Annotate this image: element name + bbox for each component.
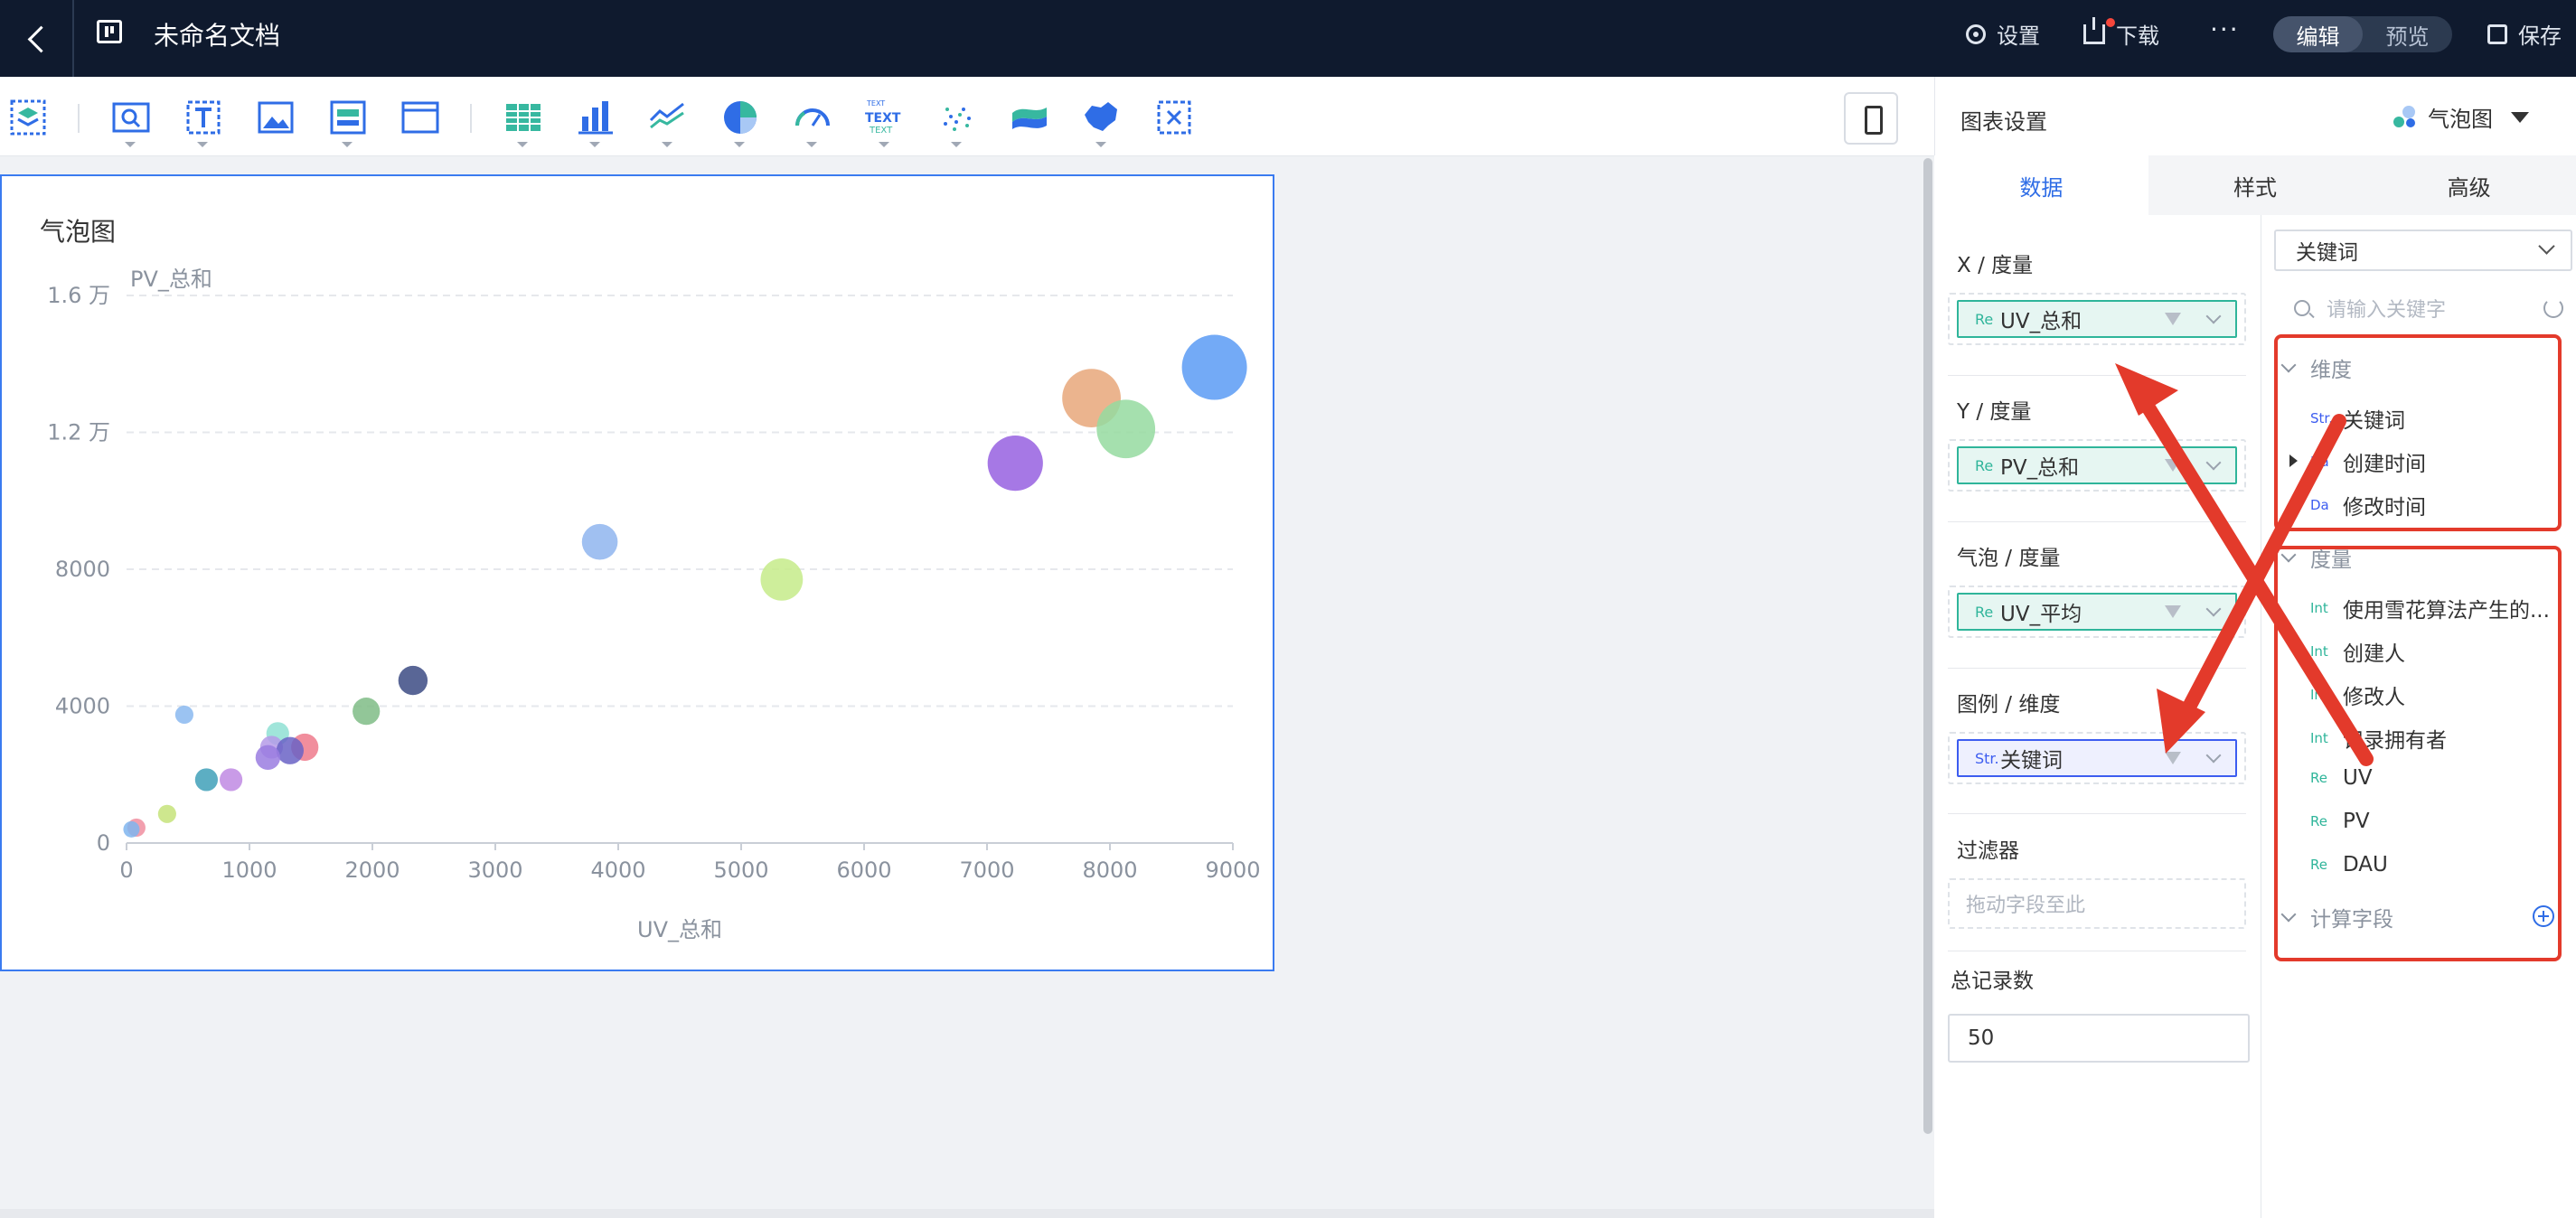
annotation-arrows	[2115, 363, 2374, 766]
annotation-arrow-head	[2115, 363, 2178, 416]
